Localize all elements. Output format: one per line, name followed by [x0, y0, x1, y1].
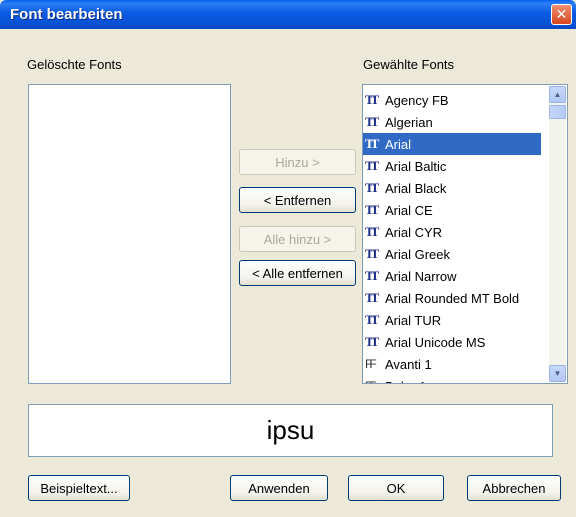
font-name: Arial Baltic: [385, 158, 447, 174]
apply-button[interactable]: Anwenden: [230, 475, 328, 501]
font-list-item[interactable]: FF Avanti 1: [363, 353, 541, 375]
deleted-fonts-label: Gelöschte Fonts: [27, 57, 122, 72]
close-button[interactable]: ✕: [551, 4, 572, 25]
font-name: Arial: [385, 136, 412, 152]
font-list-item[interactable]: TT Agency FB: [363, 89, 541, 111]
window-title: Font bearbeiten: [10, 6, 123, 23]
font-name: Arial CE: [385, 202, 433, 218]
font-list-item[interactable]: TT Algerian: [363, 111, 541, 133]
font-name: Arial Unicode MS: [385, 334, 486, 350]
font-list-item[interactable]: TT Arial Greek: [363, 243, 541, 265]
font-list-item[interactable]: TT Arial Narrow: [363, 265, 541, 287]
scroll-up-button[interactable]: ▲: [549, 86, 566, 103]
truetype-icon: TT: [365, 268, 379, 283]
truetype-icon: TT: [365, 312, 379, 327]
deleted-fonts-list[interactable]: [28, 84, 231, 384]
title-bar[interactable]: Font bearbeiten ✕: [0, 0, 576, 29]
font-list-item[interactable]: FF Baha 1: [363, 375, 541, 384]
remove-button[interactable]: < Entfernen: [239, 187, 356, 213]
truetype-icon: TT: [365, 202, 379, 217]
add-button[interactable]: Hinzu >: [239, 149, 356, 175]
chevron-down-icon: ▼: [553, 369, 562, 378]
bitmap-font-icon: FF: [365, 357, 377, 371]
truetype-icon: TT: [365, 224, 379, 239]
font-name: Arial Greek: [385, 246, 451, 262]
remove-all-button[interactable]: < Alle entfernen: [239, 260, 356, 286]
truetype-icon: TT: [365, 136, 379, 151]
selected-fonts-list[interactable]: TT Agency FB TT Algerian TT Arial TT Arial Balt…: [362, 84, 568, 384]
font-list-item[interactable]: TT Arial TUR: [363, 309, 541, 331]
truetype-icon: TT: [365, 290, 379, 305]
add-all-button[interactable]: Alle hinzu >: [239, 226, 356, 252]
font-name: Arial CYR: [385, 224, 443, 240]
font-preview: ipsu: [28, 404, 553, 457]
close-icon: ✕: [555, 6, 568, 22]
list-scrollbar[interactable]: ▲ ▼: [549, 86, 566, 382]
font-name: Agency FB: [385, 92, 449, 108]
font-name: Algerian: [385, 114, 433, 130]
truetype-icon: TT: [365, 114, 379, 129]
truetype-icon: TT: [365, 92, 379, 107]
preview-text: ipsu: [266, 415, 315, 445]
scroll-down-button[interactable]: ▼: [549, 365, 566, 382]
font-list-item[interactable]: TT Arial Unicode MS: [363, 331, 541, 353]
sample-text-button[interactable]: Beispieltext...: [28, 475, 130, 501]
font-edit-dialog: Font bearbeiten ✕ Gelöschte Fonts Gewähl…: [0, 0, 576, 517]
font-name: Arial Black: [385, 180, 447, 196]
font-list-item[interactable]: TT Arial Baltic: [363, 155, 541, 177]
truetype-icon: TT: [365, 158, 379, 173]
font-name: Arial Narrow: [385, 268, 457, 284]
font-name: Baha 1: [385, 379, 426, 384]
font-name: Avanti 1: [385, 356, 432, 372]
font-list-item[interactable]: TT Arial: [363, 133, 541, 155]
font-list-item[interactable]: TT Arial CYR: [363, 221, 541, 243]
truetype-icon: TT: [365, 334, 379, 349]
bitmap-font-icon: FF: [365, 379, 381, 383]
truetype-icon: TT: [365, 246, 379, 261]
ok-button[interactable]: OK: [348, 475, 444, 501]
cancel-button[interactable]: Abbrechen: [467, 475, 561, 501]
scroll-thumb[interactable]: [549, 105, 566, 119]
truetype-icon: TT: [365, 180, 379, 195]
font-list-item[interactable]: TT Arial Rounded MT Bold: [363, 287, 541, 309]
font-name: Arial TUR: [385, 312, 442, 328]
font-list-item[interactable]: TT Arial CE: [363, 199, 541, 221]
selected-fonts-label: Gewählte Fonts: [363, 57, 455, 72]
chevron-up-icon: ▲: [553, 90, 562, 99]
font-name: Arial Rounded MT Bold: [385, 290, 520, 306]
font-list-item[interactable]: TT Arial Black: [363, 177, 541, 199]
